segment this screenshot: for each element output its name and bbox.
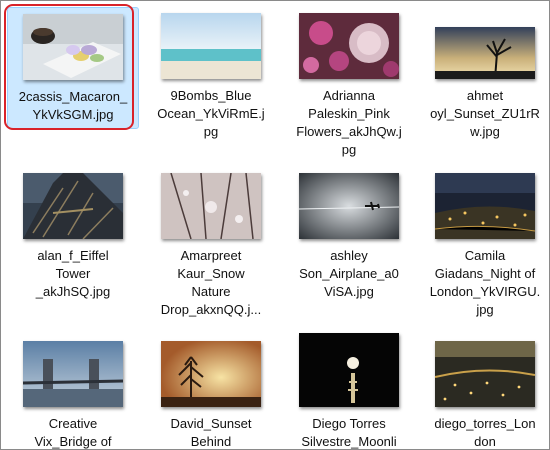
file-name-label: Creative Vix_Bridge of [34, 416, 112, 449]
file-thumbnail [161, 341, 261, 407]
file-item[interactable]: ashley Son_Airplane_a0 ViSA.jpg [283, 169, 415, 329]
file-name-label: alan_f_Eiffel Tower _akJhSQ.jpg [35, 248, 111, 299]
file-name-label: David_Sunset Behind [170, 416, 252, 449]
file-item[interactable]: Diego Torres Silvestre_Moonli [283, 333, 415, 449]
file-item[interactable]: Adrianna Paleskin_Pink Flowers_akJhQw.j … [283, 7, 415, 167]
file-thumbnail [299, 333, 399, 407]
file-item[interactable]: David_Sunset Behind [145, 335, 277, 449]
file-item[interactable]: diego_torres_Lon don [419, 335, 549, 449]
file-thumbnail [435, 27, 535, 79]
file-name-label: Camila Giadans_Night of London_YkVIRGU. … [429, 248, 541, 317]
file-item[interactable]: ahmet oyl_Sunset_ZU1rR w.jpg [419, 7, 549, 167]
file-thumbnail [299, 173, 399, 239]
file-name-label: ahmet oyl_Sunset_ZU1rR w.jpg [430, 88, 540, 139]
file-thumbnail [23, 341, 123, 407]
file-thumbnail [435, 173, 535, 239]
file-grid-view: 2cassis_Macaron_ YkVkSGM.jpg 9Bombs_Blue… [0, 0, 550, 450]
file-name-label: diego_torres_Lon don [434, 416, 536, 449]
file-name-label: 9Bombs_Blue Ocean_YkViRmE.j pg [157, 88, 265, 139]
file-thumbnail [23, 14, 123, 80]
file-thumbnail [299, 13, 399, 79]
file-name-label: 2cassis_Macaron_ YkVkSGM.jpg [18, 89, 128, 122]
file-name-label: Diego Torres Silvestre_Moonli [301, 416, 397, 449]
file-item[interactable]: Creative Vix_Bridge of [7, 335, 139, 449]
file-item[interactable]: Camila Giadans_Night of London_YkVIRGU. … [419, 169, 549, 329]
file-name-label: Amarpreet Kaur_Snow Nature Drop_akxnQQ.j… [160, 248, 262, 317]
file-item[interactable]: 2cassis_Macaron_ YkVkSGM.jpg [7, 7, 139, 129]
file-thumbnail [23, 173, 123, 239]
file-name-label: Adrianna Paleskin_Pink Flowers_akJhQw.j … [296, 88, 402, 157]
file-item[interactable]: alan_f_Eiffel Tower _akJhSQ.jpg [7, 169, 139, 329]
file-thumbnail [161, 13, 261, 79]
file-item[interactable]: Amarpreet Kaur_Snow Nature Drop_akxnQQ.j… [145, 169, 277, 329]
file-item[interactable]: 9Bombs_Blue Ocean_YkViRmE.j pg [145, 7, 277, 167]
file-name-label: ashley Son_Airplane_a0 ViSA.jpg [299, 248, 399, 299]
file-thumbnail [161, 173, 261, 239]
file-thumbnail [435, 341, 535, 407]
